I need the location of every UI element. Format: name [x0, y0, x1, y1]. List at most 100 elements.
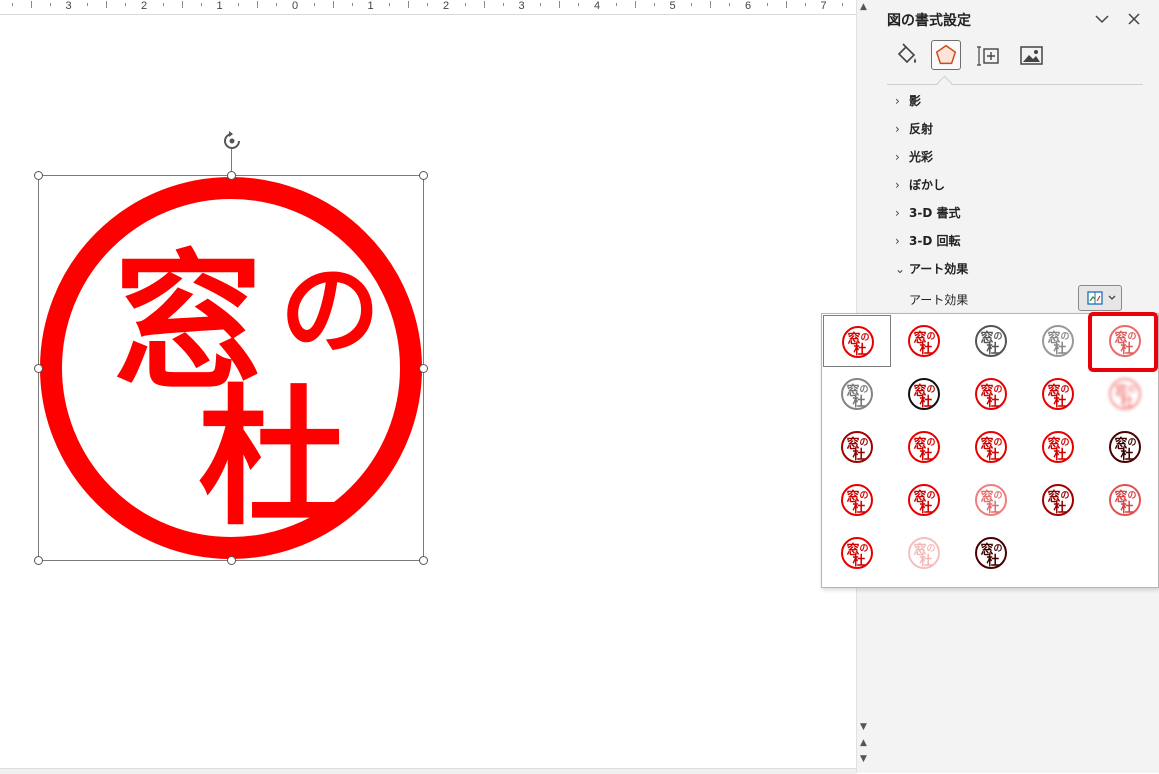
resize-handle-w[interactable] [34, 364, 43, 373]
effect-thumbnail[interactable]: 窓の杜 [1024, 474, 1092, 526]
section-3d-rotation[interactable]: › 3-D 回転 [895, 231, 960, 251]
effect-thumbnail[interactable]: 窓の杜 [1091, 474, 1159, 526]
svg-text:杜: 杜 [986, 447, 999, 463]
effect-thumbnail[interactable]: 窓の杜 [890, 421, 958, 473]
effect-thumbnail[interactable]: 窓の杜 [890, 474, 958, 526]
svg-text:杜: 杜 [1053, 394, 1066, 410]
svg-text:の: の [993, 437, 1002, 448]
svg-text:の: の [1127, 384, 1136, 395]
effect-thumbnail[interactable]: 窓の杜 [957, 368, 1025, 420]
ruler-number: 0 [290, 0, 300, 13]
picture-icon [1020, 46, 1043, 65]
section-soft-edges[interactable]: › ぼかし [895, 175, 945, 195]
effect-thumbnail[interactable]: 窓の杜 [1024, 315, 1092, 367]
resize-handle-ne[interactable] [419, 171, 428, 180]
ruler-tick [804, 3, 806, 6]
effect-thumbnail[interactable]: 窓の杜 [890, 527, 958, 579]
section-shadow[interactable]: › 影 [895, 91, 921, 111]
ruler-tick [181, 1, 183, 8]
tab-picture[interactable] [1016, 40, 1046, 70]
stamp-thumbnail-icon: 窓の杜 [1042, 325, 1074, 357]
effect-thumbnail[interactable]: 窓の杜 [1091, 368, 1159, 420]
scroll-up-icon[interactable]: ▲ [860, 2, 867, 12]
svg-text:の: の [993, 331, 1002, 342]
artistic-effects-dropdown-button[interactable] [1078, 285, 1122, 311]
stamp-thumbnail-icon: 窓の杜 [908, 484, 940, 516]
ruler-tick [578, 3, 580, 6]
horizontal-scrollbar[interactable] [0, 768, 856, 774]
section-artistic-effects[interactable]: ⌄ アート効果 [895, 259, 968, 279]
ruler-tick [785, 1, 787, 8]
resize-handle-s[interactable] [227, 556, 236, 565]
stamp-thumbnail-icon: 窓の杜 [842, 326, 874, 358]
stamp-thumbnail-icon: 窓の杜 [841, 537, 873, 569]
ruler-tick [408, 1, 410, 8]
svg-text:杜: 杜 [919, 341, 932, 357]
stamp-thumbnail-icon: 窓の杜 [975, 537, 1007, 569]
effect-thumbnail[interactable]: 窓の杜 [957, 421, 1025, 473]
effect-thumbnail[interactable]: 窓の杜 [1024, 368, 1092, 420]
effect-thumbnail[interactable]: 窓の杜 [890, 368, 958, 420]
effect-thumbnail[interactable]: 窓の杜 [957, 315, 1025, 367]
effects-icon [935, 44, 957, 65]
pane-separator [887, 84, 1143, 85]
stamp-thumbnail-icon: 窓の杜 [1042, 378, 1074, 410]
ruler-tick [11, 3, 13, 6]
tab-size-properties[interactable] [974, 40, 1004, 70]
section-glow[interactable]: › 光彩 [895, 147, 933, 167]
effect-thumbnail[interactable]: 窓の杜 [823, 315, 891, 367]
chevron-right-icon: › [895, 122, 900, 136]
resize-handle-nw[interactable] [34, 171, 43, 180]
resize-handle-e[interactable] [419, 364, 428, 373]
ruler-tick [30, 1, 32, 8]
effect-thumbnail[interactable]: 窓の杜 [823, 474, 891, 526]
previous-page-icon[interactable]: ▲ [860, 738, 867, 748]
effect-thumbnail[interactable]: 窓の杜 [823, 368, 891, 420]
svg-text:の: の [926, 490, 935, 501]
effect-thumbnail[interactable]: 窓の杜 [957, 474, 1025, 526]
ruler-number: 1 [215, 0, 224, 13]
stamp-thumbnail-icon: 窓の杜 [908, 325, 940, 357]
svg-text:の: の [926, 384, 935, 395]
ruler-tick [483, 1, 485, 8]
ruler-tick [634, 1, 636, 8]
tab-fill-line[interactable] [891, 40, 921, 70]
rotate-handle-icon[interactable] [220, 130, 244, 152]
resize-handle-sw[interactable] [34, 556, 43, 565]
svg-text:杜: 杜 [852, 553, 865, 569]
section-3d-format[interactable]: › 3-D 書式 [895, 203, 960, 223]
close-icon[interactable] [1125, 10, 1143, 28]
stamp-thumbnail-icon: 窓の杜 [975, 325, 1007, 357]
ruler-tick [200, 3, 202, 6]
ruler-tick [766, 3, 768, 6]
fill-line-icon [897, 43, 916, 64]
svg-text:の: の [859, 437, 868, 448]
ruler-number: 4 [592, 0, 602, 13]
tab-pointer [936, 75, 953, 92]
ruler-number: 7 [819, 0, 828, 13]
chevron-down-icon: ⌄ [895, 262, 906, 276]
effect-thumbnail[interactable]: 窓の杜 [823, 421, 891, 473]
ruler-tick [49, 3, 51, 6]
section-reflection[interactable]: › 反射 [895, 119, 933, 139]
scroll-down-icon[interactable]: ▼ [860, 722, 867, 732]
svg-text:杜: 杜 [1053, 341, 1066, 357]
effect-thumbnail[interactable]: 窓の杜 [1024, 421, 1092, 473]
svg-text:の: の [1060, 437, 1069, 448]
stamp-thumbnail-icon: 窓の杜 [908, 431, 940, 463]
resize-handle-n[interactable] [227, 171, 236, 180]
effect-thumbnail[interactable]: 窓の杜 [957, 527, 1025, 579]
effect-thumbnail[interactable]: 窓の杜 [890, 315, 958, 367]
pane-title: 図の書式設定 [887, 13, 971, 29]
tab-effects[interactable] [931, 40, 961, 70]
svg-text:杜: 杜 [853, 342, 866, 358]
stamp-thumbnail-icon: 窓の杜 [1042, 484, 1074, 516]
next-page-icon[interactable]: ▼ [860, 754, 867, 764]
ruler-tick [502, 3, 504, 6]
effect-thumbnail[interactable]: 窓の杜 [823, 527, 891, 579]
stamp-thumbnail-icon: 窓の杜 [975, 431, 1007, 463]
resize-handle-se[interactable] [419, 556, 428, 565]
stamp-thumbnail-icon: 窓の杜 [1109, 484, 1141, 516]
chevron-down-icon[interactable] [1093, 10, 1111, 28]
effect-thumbnail[interactable]: 窓の杜 [1091, 421, 1159, 473]
